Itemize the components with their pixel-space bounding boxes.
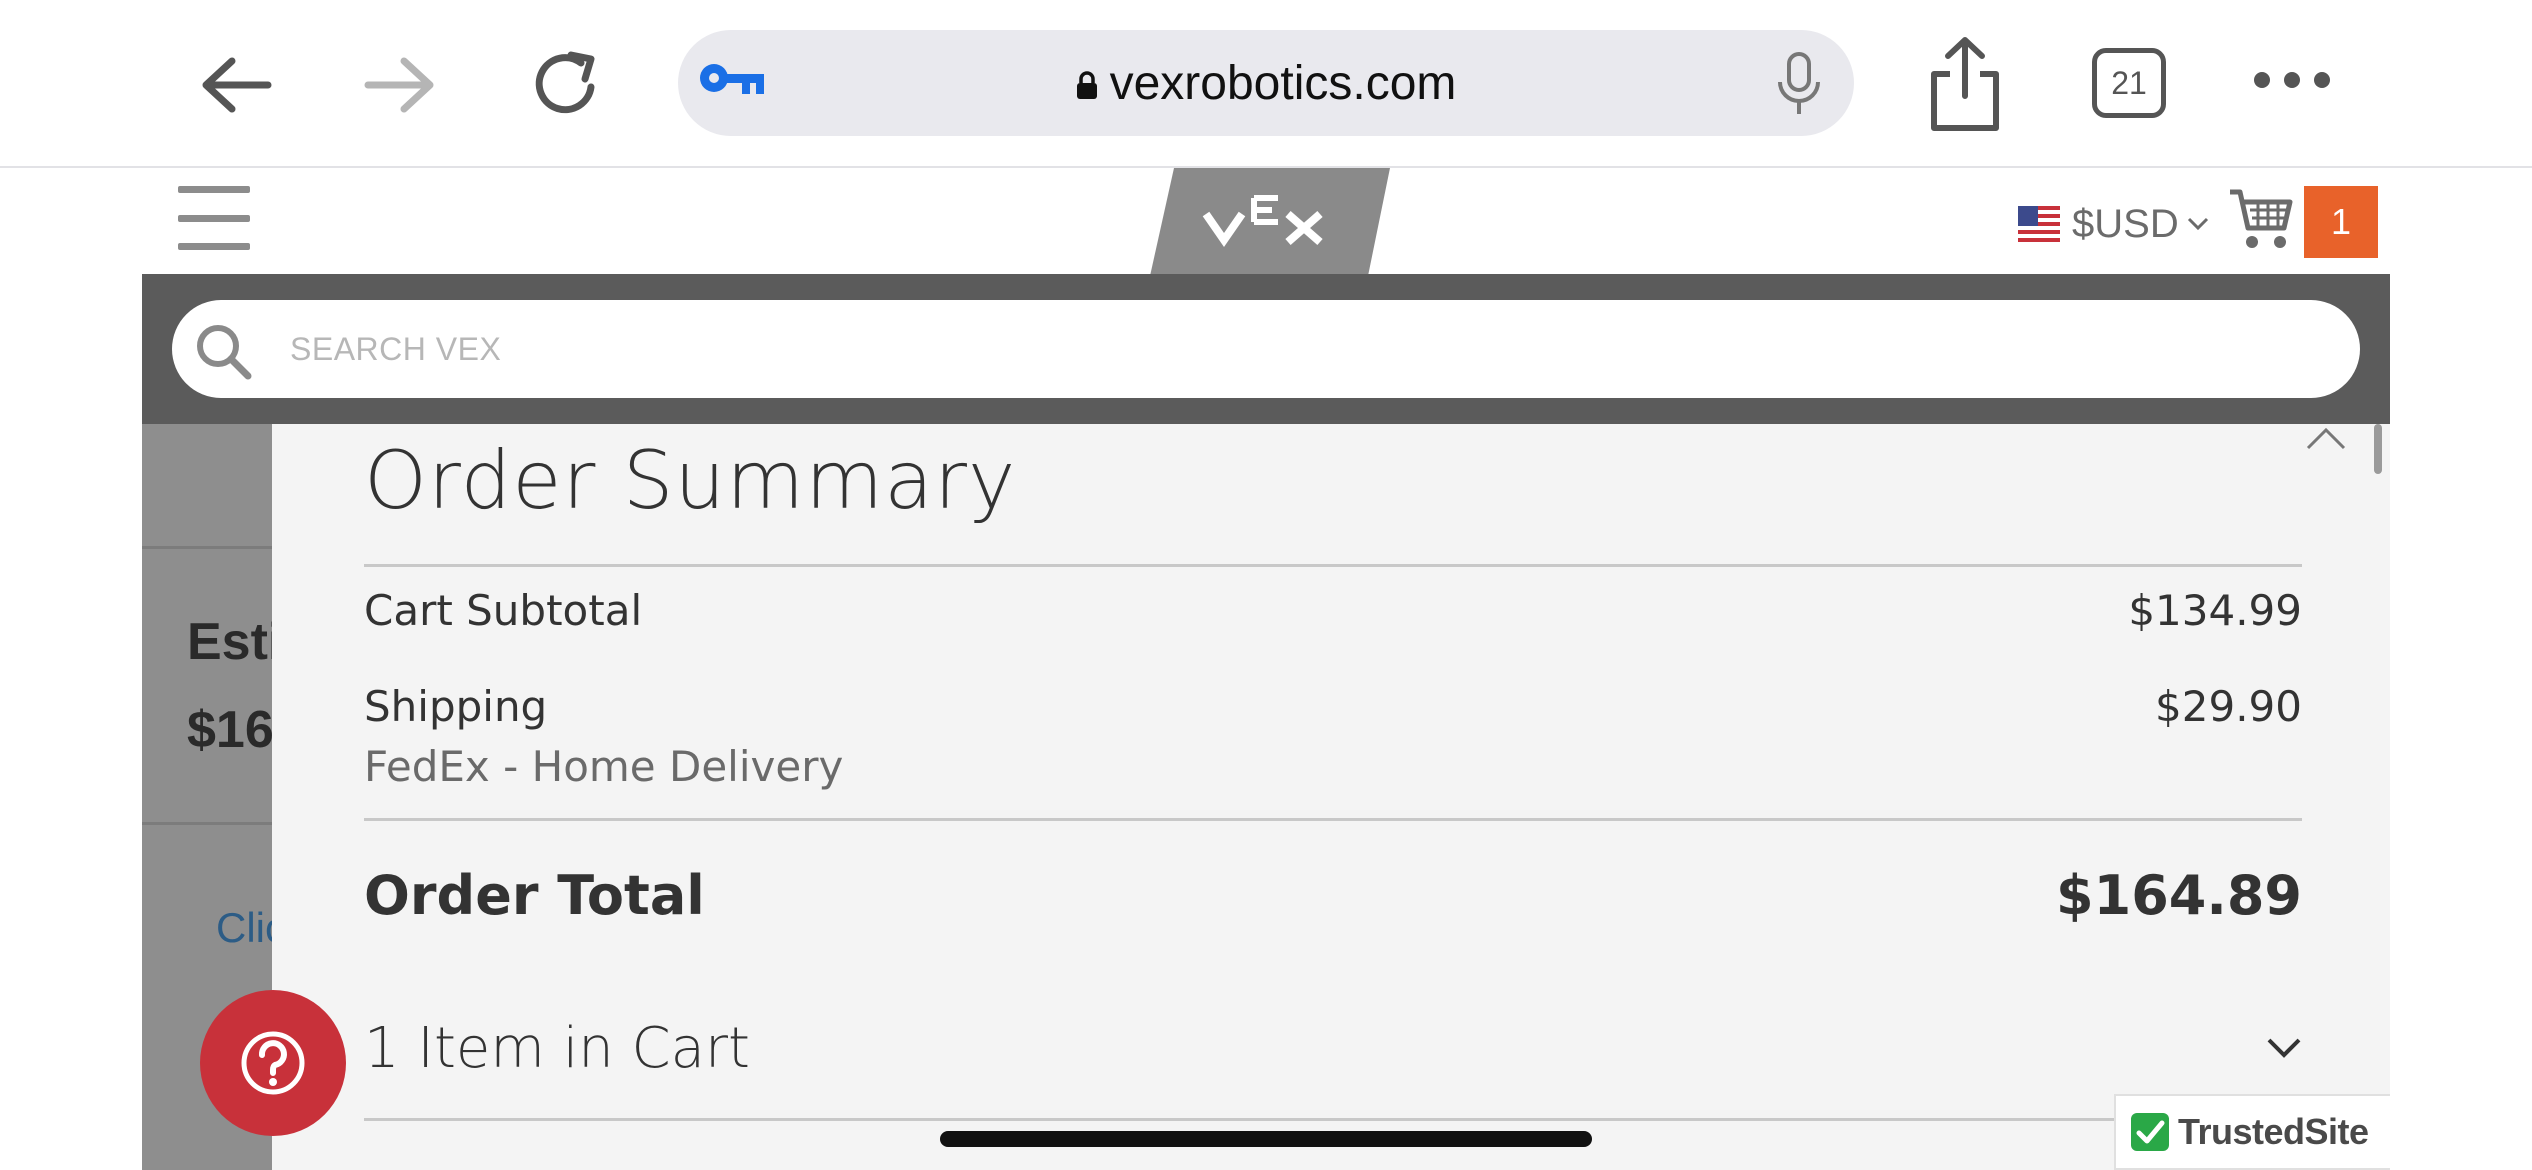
shipping-value: $29.90 <box>2155 682 2302 731</box>
trustedsite-badge[interactable]: TrustedSite <box>2114 1094 2390 1170</box>
browser-toolbar: vexrobotics.com 21 <box>0 0 2532 168</box>
order-total-value: $164.89 <box>2056 864 2302 927</box>
chevron-down-icon <box>2267 1038 2301 1058</box>
help-button[interactable] <box>200 990 346 1136</box>
reload-icon <box>535 51 595 114</box>
search-box[interactable] <box>172 300 2360 398</box>
hamburger-icon <box>178 186 250 193</box>
order-summary-panel: Order Summary Cart Subtotal $134.99 Ship… <box>272 424 2390 1170</box>
search-icon <box>197 325 252 380</box>
forward-button[interactable] <box>356 40 446 130</box>
vex-logo[interactable] <box>1150 168 1390 276</box>
address-bar[interactable]: vexrobotics.com <box>678 30 1854 136</box>
question-mark-icon <box>241 1031 305 1095</box>
chevron-down-icon <box>2187 217 2208 231</box>
cart-icon[interactable] <box>2228 184 2294 252</box>
divider <box>364 1118 2302 1121</box>
currency-selector[interactable]: $USD <box>2018 198 2209 250</box>
subtotal-value: $134.99 <box>2128 586 2302 635</box>
menu-button[interactable] <box>178 186 250 250</box>
arrow-left-icon <box>202 57 272 113</box>
divider <box>364 818 2302 821</box>
ellipsis-icon <box>2254 72 2270 88</box>
back-button[interactable] <box>190 40 280 130</box>
url-display: vexrobotics.com <box>678 30 1854 136</box>
divider <box>364 564 2302 567</box>
more-button[interactable] <box>2254 60 2330 100</box>
chevron-up-icon[interactable] <box>2302 424 2350 454</box>
estimate-label: Esti <box>187 613 283 671</box>
share-button[interactable] <box>1920 34 2010 134</box>
us-flag-icon <box>2018 206 2060 242</box>
lock-icon <box>1076 71 1097 99</box>
order-total-label: Order Total <box>364 864 705 927</box>
arrow-right-icon <box>364 57 434 113</box>
order-summary-title: Order Summary <box>364 434 1017 527</box>
scrollbar[interactable] <box>2374 424 2382 474</box>
share-icon <box>1931 37 1999 131</box>
shipping-label: Shipping <box>364 682 548 731</box>
shipping-method: FedEx - Home Delivery <box>364 742 844 791</box>
site-header: $USD 1 <box>142 168 2390 276</box>
cart-items-toggle[interactable]: 1 Item in Cart <box>364 1004 2302 1100</box>
tab-count: 21 <box>2111 64 2147 101</box>
reload-button[interactable] <box>522 40 612 130</box>
home-indicator[interactable] <box>940 1131 1592 1147</box>
trustedsite-label: TrustedSite <box>2178 1111 2369 1152</box>
checkmark-icon <box>2131 1113 2169 1151</box>
microphone-icon[interactable] <box>1774 52 1824 116</box>
url-text: vexrobotics.com <box>1109 56 1457 110</box>
cart-count-badge[interactable]: 1 <box>2304 186 2378 258</box>
subtotal-label: Cart Subtotal <box>364 586 643 635</box>
items-in-cart-label: 1 Item in Cart <box>364 1016 750 1081</box>
search-input[interactable] <box>290 300 2290 398</box>
estimate-amount: $16 <box>187 701 274 759</box>
currency-label: $USD <box>2072 201 2179 246</box>
search-band <box>142 274 2390 424</box>
tabs-button[interactable]: 21 <box>2092 48 2166 118</box>
